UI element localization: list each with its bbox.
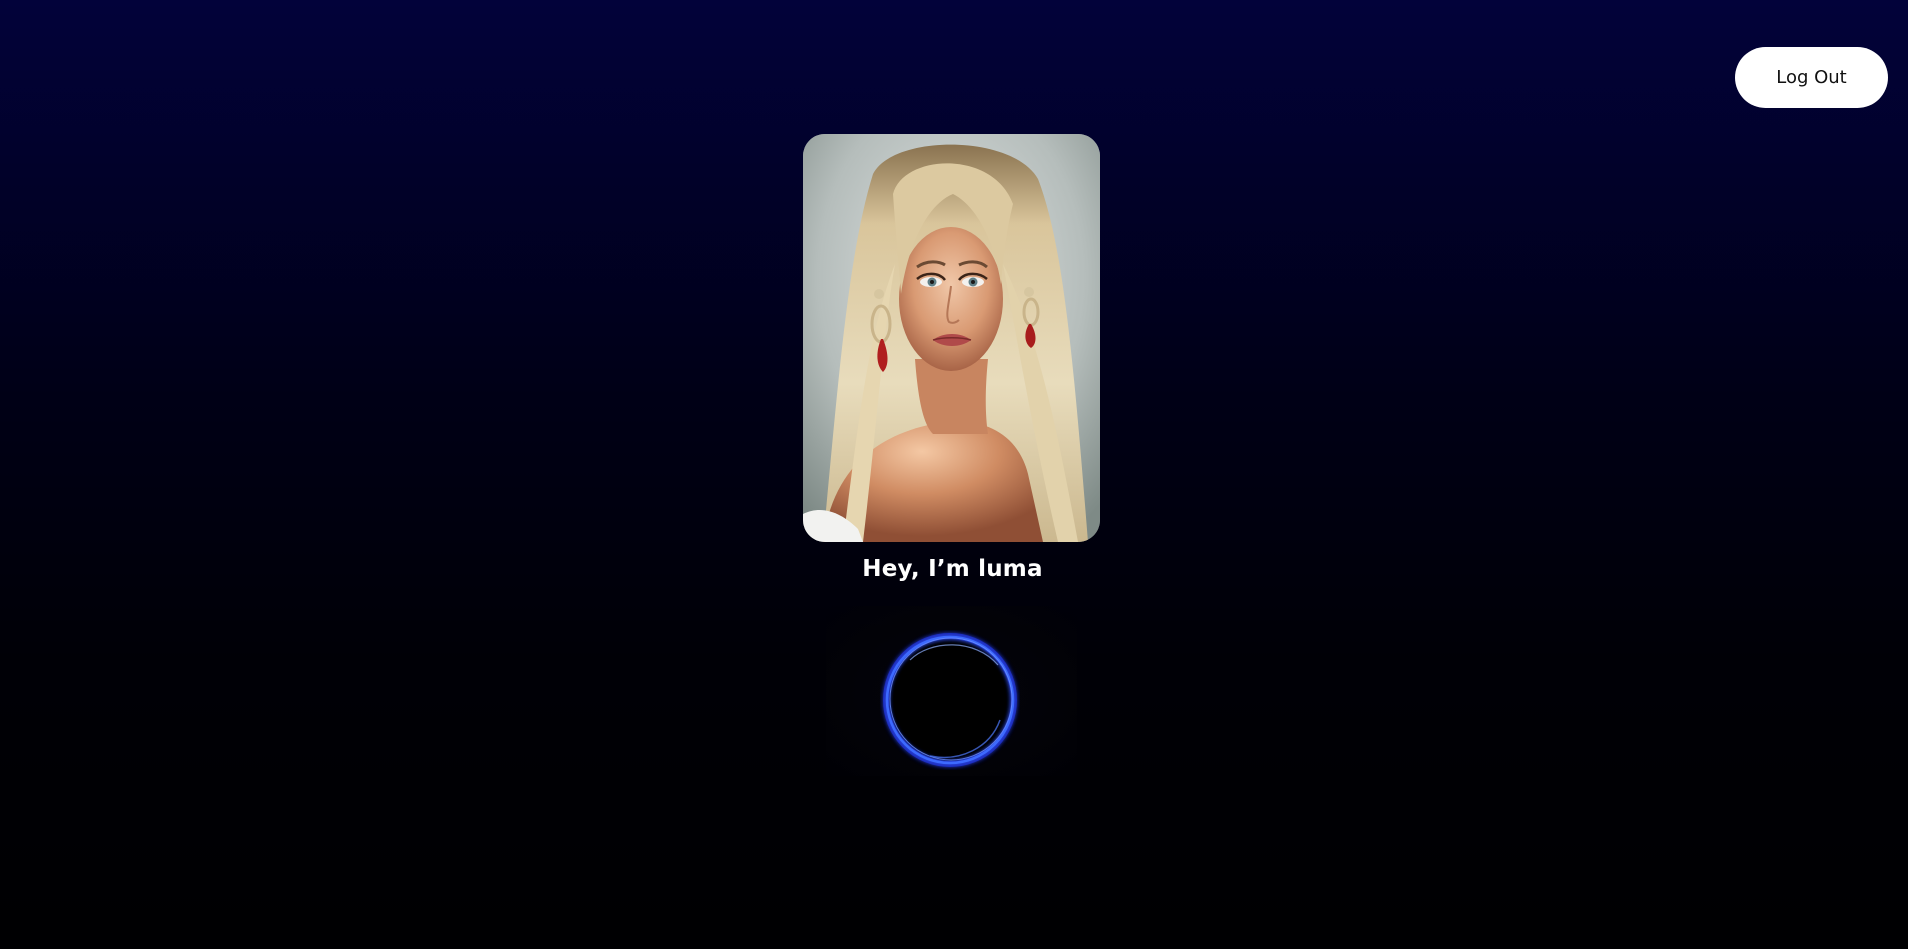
app-screen: Log Out Hey, I’m luma (0, 0, 1908, 949)
voice-orb-icon[interactable] (880, 630, 1020, 770)
voice-orb-panel (826, 606, 1077, 776)
portrait-image (803, 134, 1100, 542)
avatar-portrait (803, 134, 1100, 542)
logout-button[interactable]: Log Out (1735, 47, 1888, 108)
greeting-title: Hey, I’m luma (862, 556, 1043, 582)
